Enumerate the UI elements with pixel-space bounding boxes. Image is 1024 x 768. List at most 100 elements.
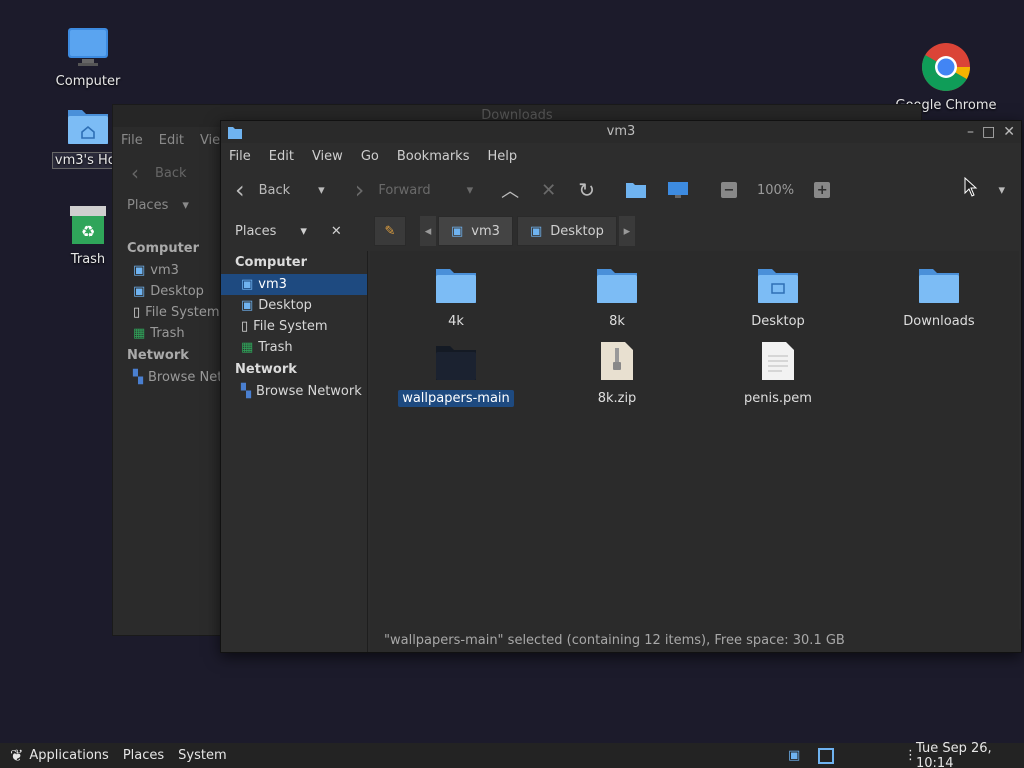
sidebar-item-trash[interactable]: ▦ Trash xyxy=(221,337,367,358)
taskbar-files-icon[interactable]: ▣ xyxy=(788,748,800,763)
status-bar: "wallpapers-main" selected (containing 1… xyxy=(370,629,1021,652)
menu-go[interactable]: Go xyxy=(361,149,379,164)
drive-icon: ▯ xyxy=(133,305,141,320)
menu-help[interactable]: Help xyxy=(487,149,517,164)
close-sidebar-icon[interactable]: ✕ xyxy=(331,224,342,239)
file-manager-window[interactable]: vm3 – □ ✕ File Edit View Go Bookmarks He… xyxy=(220,120,1022,653)
clock[interactable]: Tue Sep 26, 10:14 xyxy=(916,741,1024,768)
file-name: 4k xyxy=(448,314,464,329)
breadcrumb-label: Desktop xyxy=(550,223,604,239)
file-name: Desktop xyxy=(751,314,805,329)
sidebar-header-computer: Computer xyxy=(235,255,308,270)
menu-view[interactable]: Vie xyxy=(200,133,220,148)
network-icon: ▚ xyxy=(133,370,143,385)
breadcrumb-desktop[interactable]: ▣ Desktop xyxy=(516,216,617,246)
file-item-folder-selected[interactable]: wallpapers-main xyxy=(376,340,536,407)
sidebar-item-desktop[interactable]: ▣ Desktop xyxy=(221,295,367,316)
maximize-icon[interactable]: □ xyxy=(982,121,995,143)
back-button[interactable]: Back xyxy=(155,166,187,181)
places-selector[interactable]: Places ▾ ✕ xyxy=(221,224,368,239)
menu-file[interactable]: File xyxy=(229,149,251,164)
system-menu[interactable]: System xyxy=(178,748,226,763)
file-view[interactable]: 4k 8k Desktop Downloads wallpapers-main … xyxy=(370,251,1019,629)
home-folder-icon xyxy=(68,110,108,144)
sidebar-item-vm3[interactable]: ▣ vm3 xyxy=(113,260,221,281)
home-folder-icon[interactable] xyxy=(625,181,647,199)
file-item-folder[interactable]: Downloads xyxy=(859,263,1019,330)
taskbar-window-icon[interactable] xyxy=(818,747,834,764)
location-toggle-button[interactable]: ✎ xyxy=(374,216,406,246)
close-icon[interactable]: ✕ xyxy=(1003,121,1015,143)
applications-menu[interactable]: Applications xyxy=(29,748,108,763)
home-folder-icon: ▣ xyxy=(451,223,464,239)
menu-edit[interactable]: Edit xyxy=(159,133,184,148)
titlebar[interactable]: vm3 – □ ✕ xyxy=(221,121,1021,143)
menu-file[interactable]: File xyxy=(121,133,143,148)
folder-icon: ▣ xyxy=(529,223,543,239)
sidebar-item-label: Browse Net xyxy=(148,370,221,385)
back-button[interactable]: ‹ Back ▾ xyxy=(235,178,325,202)
window-title: vm3 xyxy=(606,124,636,139)
sidebar-item-label: Desktop xyxy=(258,298,312,313)
sidebar-item-label: vm3 xyxy=(150,263,179,278)
file-item-text[interactable]: penis.pem xyxy=(698,340,858,407)
breadcrumb-scroll-left[interactable]: ◂ xyxy=(420,216,436,246)
svg-text:♻: ♻ xyxy=(81,222,95,241)
sidebar-item-filesystem[interactable]: ▯ File System xyxy=(221,316,367,337)
sidebar: Computer ▣ vm3 ▣ Desktop ▯ File System ▦ Tra… xyxy=(221,251,368,652)
bottom-panel: ❦ Applications Places System ▣ ⋮ Tue Sep… xyxy=(0,741,1024,768)
zoom-out-icon[interactable]: − xyxy=(720,182,737,198)
sidebar-item-label: Trash xyxy=(258,340,293,355)
chevron-down-icon: ▾ xyxy=(318,182,325,198)
sidebar-item-browse-network[interactable]: ▚ Browse Net xyxy=(113,367,221,388)
places-label: Places xyxy=(127,197,169,213)
up-arrow-icon[interactable]: ︿ xyxy=(501,177,519,203)
reload-icon[interactable]: ↻ xyxy=(578,178,595,202)
desktop-icon-computer[interactable]: Computer xyxy=(48,24,128,89)
network-icon: ▚ xyxy=(241,384,251,399)
sidebar: Computer ▣ vm3 ▣ Desktop ▯ File System ▦ Tra… xyxy=(113,237,221,635)
sidebar-item-trash[interactable]: ▦ Trash xyxy=(113,323,221,344)
gnome-foot-icon[interactable]: ❦ xyxy=(10,746,23,765)
sidebar-item-vm3[interactable]: ▣ vm3 xyxy=(221,274,367,295)
edit-location-icon: ✎ xyxy=(384,223,396,239)
computer-icon[interactable] xyxy=(667,181,689,199)
places-menu[interactable]: Places xyxy=(123,748,164,763)
places-selector[interactable]: Places ▾ xyxy=(113,193,221,217)
file-item-folder[interactable]: 8k xyxy=(537,263,697,330)
sidebar-item-browse-network[interactable]: ▚ Browse Network xyxy=(221,381,367,402)
zoom-in-icon[interactable]: + xyxy=(814,182,831,198)
back-arrow-icon[interactable]: ‹ xyxy=(131,161,139,185)
sidebar-header-network: Network xyxy=(235,362,297,377)
file-item-folder[interactable]: Desktop xyxy=(698,263,858,330)
folder-icon xyxy=(436,346,476,380)
forward-arrow-icon: › xyxy=(354,176,365,204)
menu-bookmarks[interactable]: Bookmarks xyxy=(397,149,470,164)
forward-button[interactable]: › Forward ▾ xyxy=(354,176,474,204)
minimize-icon[interactable]: – xyxy=(967,121,974,143)
home-folder-icon: ▣ xyxy=(133,263,146,278)
sidebar-item-label: File System xyxy=(145,305,220,320)
zoom-level: 100% xyxy=(756,182,795,198)
sidebar-header-network: Network xyxy=(127,348,189,363)
menu-view[interactable]: View xyxy=(312,149,343,164)
stop-icon[interactable]: ✕ xyxy=(541,180,556,201)
sidebar-item-label: vm3 xyxy=(258,277,287,292)
view-options-chevron-icon[interactable]: ▾ xyxy=(998,183,1005,198)
trash-icon: ▦ xyxy=(241,340,254,355)
folder-icon: ▣ xyxy=(133,284,146,299)
desktop-icon-chrome[interactable]: Google Chrome xyxy=(892,42,1000,113)
sidebar-item-desktop[interactable]: ▣ Desktop xyxy=(113,281,221,302)
folder-icon: ▣ xyxy=(241,298,254,313)
file-item-folder[interactable]: 4k xyxy=(376,263,536,330)
file-item-zip[interactable]: 8k.zip xyxy=(537,340,697,407)
breadcrumb-vm3[interactable]: ▣ vm3 xyxy=(438,216,513,246)
chevron-down-icon: ▾ xyxy=(466,182,474,198)
drive-icon: ▯ xyxy=(241,319,249,334)
menubar: File Edit View Go Bookmarks Help xyxy=(221,143,1021,169)
menu-edit[interactable]: Edit xyxy=(269,149,294,164)
chrome-icon xyxy=(921,43,970,92)
breadcrumb-scroll-right[interactable]: ▸ xyxy=(618,216,635,246)
sidebar-item-filesystem[interactable]: ▯ File System xyxy=(113,302,221,323)
text-file-icon xyxy=(762,342,794,380)
